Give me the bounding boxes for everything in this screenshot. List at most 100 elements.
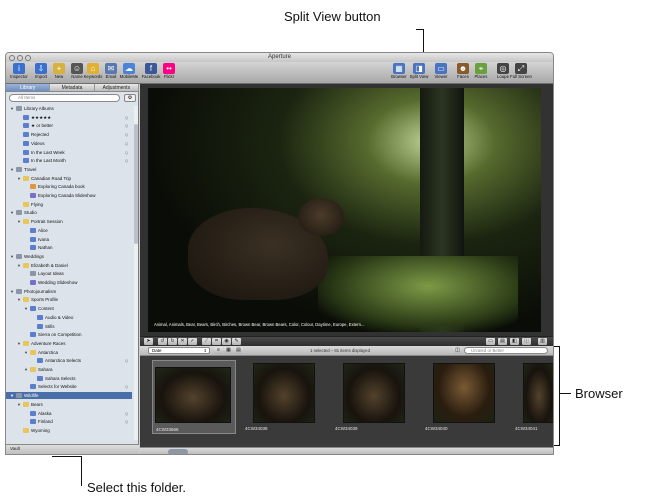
places-button[interactable]: ⌖ Places (470, 63, 492, 83)
inspector-button[interactable]: i Inspector (8, 63, 30, 83)
view-as-grid-button[interactable]: ▦ (224, 347, 233, 354)
disclosure-triangle-icon[interactable]: ▼ (10, 105, 14, 112)
browser-thumbnail[interactable]: 4CW34038 (242, 360, 326, 434)
tree-item-label: Photojournalism (24, 288, 57, 294)
tree-item-rejected[interactable]: Rejected Q (6, 131, 132, 138)
pointer-tool-button[interactable]: ➤ (144, 338, 153, 345)
tree-item-photojournalism[interactable]: ▼ Photojournalism (6, 288, 132, 295)
zoom-button[interactable] (25, 54, 31, 61)
tree-item-exploring-canada-book[interactable]: Exploring Canada book (6, 183, 132, 190)
show-viewer-button[interactable]: ▭ (486, 338, 495, 345)
tree-item-layout-ideas[interactable]: Layout Ideas (6, 270, 132, 277)
disclosure-triangle-icon[interactable]: ▼ (10, 392, 14, 399)
sort-select[interactable]: Date ⇕ (148, 347, 210, 354)
browser-button[interactable]: ▦ Browser (388, 63, 410, 83)
sidebar-scroll-thumb[interactable] (134, 124, 138, 244)
browser-thumbnail[interactable]: 4CW34039 (332, 360, 416, 434)
filter-hud-button[interactable]: ◫ (453, 347, 462, 354)
tree-item-wedding-slideshow[interactable]: Wedding Slideshow (6, 279, 132, 286)
disclosure-triangle-icon[interactable]: ▼ (10, 253, 14, 260)
info-hud-button[interactable]: ⓘ (522, 338, 531, 345)
tree-item-antarctica[interactable]: ▼ Antarctica (6, 349, 132, 356)
tree-item-in-the-last-week[interactable]: In the Last Week Q (6, 149, 132, 156)
crop-tool-button[interactable]: ⌗ (212, 338, 221, 345)
view-as-list-button[interactable]: ≡ (214, 347, 223, 354)
tree-item-alice[interactable]: Alice (6, 227, 132, 234)
viewer-button[interactable]: ▭ Viewer (430, 63, 452, 83)
thumbnail-size-slider[interactable] (168, 449, 188, 454)
tree-item-audio-video[interactable]: Audio & Video (6, 314, 132, 321)
mobileme-button[interactable]: ☁ MobileMe (118, 63, 140, 83)
tab-adjustments[interactable]: Adjustments (95, 84, 139, 91)
minimize-button[interactable] (17, 54, 23, 61)
tree-item-or-better[interactable]: ★ or better Q (6, 122, 132, 129)
disclosure-triangle-icon[interactable]: ▼ (17, 401, 21, 408)
browser-thumbnail[interactable]: 4CW34041 (512, 360, 553, 434)
disclosure-triangle-icon[interactable]: ▼ (17, 340, 21, 347)
tab-library[interactable]: Library (6, 84, 51, 91)
tab-metadata[interactable]: Metadata (50, 84, 95, 91)
tree-item-studio[interactable]: ▼ Studio (6, 209, 132, 216)
tree-item-nathan[interactable]: Nathan (6, 244, 132, 251)
view-as-filmstrip-button[interactable]: ▤ (234, 347, 243, 354)
metadata-overlay-button[interactable]: ▤ (498, 338, 507, 345)
tree-item-sierra-on-competition[interactable]: Sierra on Competition (6, 331, 132, 338)
retouch-tool-button[interactable]: ✎ (232, 338, 241, 345)
disclosure-triangle-icon[interactable]: ▼ (24, 349, 28, 356)
tree-item-travel[interactable]: ▼ Travel (6, 166, 132, 173)
album-icon (23, 158, 29, 164)
browser-thumbnail[interactable]: 4CW33666 (152, 360, 236, 434)
rotate-left-button[interactable]: ↺ (158, 338, 167, 345)
tree-item-alaska[interactable]: Alaska Q (6, 410, 132, 417)
disclosure-triangle-icon[interactable]: ▼ (24, 366, 28, 373)
disclosure-triangle-icon[interactable]: ▼ (10, 288, 14, 295)
disclosure-triangle-icon[interactable]: ▼ (17, 218, 21, 225)
straighten-tool-button[interactable]: ⟋ (202, 338, 211, 345)
tree-item-in-the-last-month[interactable]: In the Last Month Q (6, 157, 132, 164)
tree-item-portrait-session[interactable]: ▼ Portrait Session (6, 218, 132, 225)
disclosure-triangle-icon[interactable]: ▼ (17, 296, 21, 303)
accept-button[interactable]: ✓ (188, 338, 197, 345)
toggle-browser-button[interactable]: ▥ (538, 338, 547, 345)
tree-item-five-stars[interactable]: ★★★★★ Q (6, 114, 132, 121)
action-menu-button[interactable]: ⚙ (124, 94, 136, 102)
tree-item-sahara-selects[interactable]: Sahara Selects (6, 375, 132, 382)
disclosure-triangle-icon[interactable]: ▼ (24, 305, 28, 312)
disclosure-triangle-icon[interactable]: ▼ (10, 166, 14, 173)
tree-item-selects-for-website[interactable]: Selects for Website Q (6, 383, 132, 390)
close-button[interactable] (9, 54, 15, 61)
split-view-button[interactable]: ◨ Split View (408, 63, 430, 83)
browser-scrollbar[interactable] (140, 447, 553, 454)
tree-item-flying[interactable]: Flying (6, 201, 132, 208)
tree-item-bears[interactable]: ▼ Bears (6, 401, 132, 408)
tree-item-adventure-races[interactable]: ▼ Adventure Races (6, 340, 132, 347)
browser-thumbnail[interactable]: 4CW34040 (422, 360, 506, 434)
main-photo[interactable]: Animal, Animals, Bear, Bears, Birch, Bir… (148, 88, 541, 332)
tree-item-wyoming[interactable]: Wyoming (6, 427, 132, 434)
flickr-button[interactable]: •• Flickr (158, 63, 180, 83)
adjust-hud-button[interactable]: ◧ (510, 338, 519, 345)
full-screen-button[interactable]: ⤢ Full Screen (510, 63, 532, 83)
red-eye-tool-button[interactable]: ◉ (222, 338, 231, 345)
tree-item-finland[interactable]: Finland Q (6, 418, 132, 425)
tree-item-elizabeth-daniel[interactable]: ▼ Elizabeth & Daniel (6, 262, 132, 269)
tree-item-library-albums[interactable]: ▼ Library Albums (6, 105, 132, 112)
disclosure-triangle-icon[interactable]: ▼ (17, 175, 21, 182)
tree-item-canadian-road-trip[interactable]: ▼ Canadian Road Trip (6, 175, 132, 182)
tree-item-videos[interactable]: Videos Q (6, 140, 132, 147)
reject-button[interactable]: ✕ (178, 338, 187, 345)
tree-item-ivana[interactable]: Ivana (6, 236, 132, 243)
disclosure-triangle-icon[interactable]: ▼ (17, 262, 21, 269)
library-search-input[interactable]: All Items (9, 94, 120, 102)
tree-item-antarctica-selects[interactable]: Antarctica Selects Q (6, 357, 132, 364)
rotate-right-button[interactable]: ↻ (168, 338, 177, 345)
tree-item-stills[interactable]: Stills (6, 323, 132, 330)
tree-item-content[interactable]: ▼ Content (6, 305, 132, 312)
tree-item-weddings[interactable]: ▼ Weddings (6, 253, 132, 260)
tree-item-sports-profile[interactable]: ▼ Sports Profile (6, 296, 132, 303)
rating-filter-search[interactable]: Unrated or Better (464, 347, 548, 354)
disclosure-triangle-icon[interactable]: ▼ (10, 209, 14, 216)
tree-item-exploring-canada-slideshow[interactable]: Exploring Canada Slideshow (6, 192, 132, 199)
tree-item-wildlife[interactable]: ▼ Wildlife (6, 392, 132, 400)
tree-item-sahara[interactable]: ▼ Sahara (6, 366, 132, 373)
